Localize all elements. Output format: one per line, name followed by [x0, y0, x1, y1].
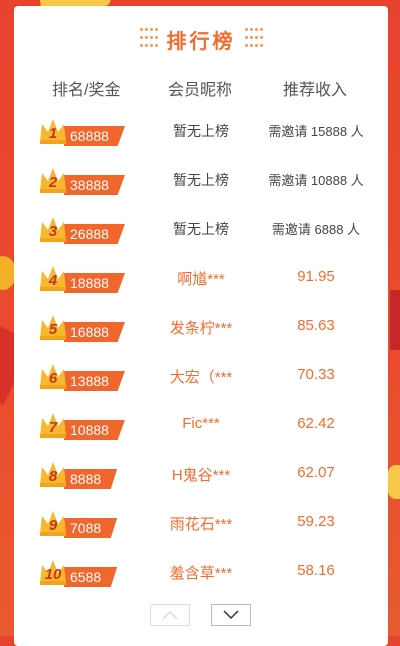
recommend-income: 91.95 [297, 268, 335, 285]
chevron-up-icon [162, 610, 178, 620]
leaderboard-row: 10888 7 Fic*** 62.42 [14, 404, 388, 453]
rank-number: 3 [48, 223, 58, 240]
recommend-income: 59.23 [297, 513, 335, 530]
leaderboard-row: 68888 1 暂无上榜 需邀请 15888 人 [14, 110, 388, 159]
prize-amount: 10888 [64, 420, 125, 440]
leaderboard-row: 38888 2 暂无上榜 需邀请 10888 人 [14, 159, 388, 208]
dots-decoration-icon [139, 28, 158, 50]
recommend-income: 需邀请 6888 人 [271, 222, 361, 237]
prize-amount: 6588 [64, 567, 118, 587]
prize-amount: 38888 [64, 175, 125, 195]
prize-amount: 7088 [64, 518, 118, 538]
leaderboard-row: 8888 8 H鬼谷*** 62.07 [14, 453, 388, 502]
leaderboard-list: 68888 1 暂无上榜 需邀请 15888 人 38888 2 暂无上榜 需邀请 10888… [14, 110, 388, 600]
rank-number: 1 [48, 125, 58, 142]
rank-number: 9 [48, 517, 58, 534]
rank-number: 7 [48, 419, 58, 436]
background-decoration [388, 465, 400, 499]
page-down-button[interactable] [211, 604, 251, 626]
rank-number: 6 [48, 370, 58, 387]
rank-badge: 8888 8 [38, 459, 128, 489]
header-income: 推荐收入 [283, 82, 348, 99]
table-header: 排名/奖金 会员昵称 推荐收入 [14, 76, 388, 99]
rank-badge: 18888 4 [38, 263, 128, 293]
leaderboard-row: 26888 3 暂无上榜 需邀请 6888 人 [14, 208, 388, 257]
rank-badge: 7088 9 [38, 508, 128, 538]
dots-decoration-icon [244, 28, 263, 50]
leaderboard-row: 16888 5 发条柠*** 85.63 [14, 306, 388, 355]
recommend-income: 70.33 [297, 366, 335, 383]
leaderboard-row: 7088 9 雨花石*** 59.23 [14, 502, 388, 551]
rank-badge: 26888 3 [38, 214, 128, 244]
rank-number: 4 [48, 272, 58, 289]
rank-number: 8 [48, 468, 58, 485]
leaderboard-card: 排行榜 排名/奖金 会员昵称 推荐收入 68888 1 暂无上榜 需邀请 15888 … [14, 6, 388, 646]
recommend-income: 62.07 [297, 464, 335, 481]
recommend-income: 需邀请 10888 人 [268, 173, 364, 188]
leaderboard-row: 13888 6 大宏（*** 70.33 [14, 355, 388, 404]
leaderboard-title: 排行榜 [166, 30, 236, 53]
prize-amount: 16888 [64, 322, 125, 342]
rank-badge: 10888 7 [38, 410, 128, 440]
leaderboard-row: 18888 4 啊馗*** 91.95 [14, 257, 388, 306]
chevron-down-icon [223, 610, 239, 620]
prize-amount: 13888 [64, 371, 125, 391]
recommend-income: 需邀请 15888 人 [268, 124, 364, 139]
prize-amount: 68888 [64, 126, 125, 146]
rank-number: 10 [44, 566, 62, 583]
rank-number: 2 [48, 174, 58, 191]
prize-amount: 26888 [64, 224, 125, 244]
rank-badge: 16888 5 [38, 312, 128, 342]
leaderboard-title-row: 排行榜 [14, 24, 388, 54]
recommend-income: 62.42 [297, 415, 335, 432]
rank-badge: 68888 1 [38, 116, 128, 146]
header-rank-prize: 排名/奖金 [52, 82, 121, 99]
rank-badge: 38888 2 [38, 165, 128, 195]
rank-badge: 6588 10 [38, 557, 128, 587]
rank-badge: 13888 6 [38, 361, 128, 391]
pager [14, 604, 388, 628]
prize-amount: 8888 [64, 469, 118, 489]
recommend-income: 85.63 [297, 317, 335, 334]
rank-number: 5 [48, 321, 58, 338]
page-up-button[interactable] [150, 604, 190, 626]
leaderboard-row: 6588 10 羞含草*** 58.16 [14, 551, 388, 600]
background-decoration [390, 290, 400, 350]
recommend-income: 58.16 [297, 562, 335, 579]
header-nickname: 会员昵称 [168, 82, 233, 99]
prize-amount: 18888 [64, 273, 125, 293]
